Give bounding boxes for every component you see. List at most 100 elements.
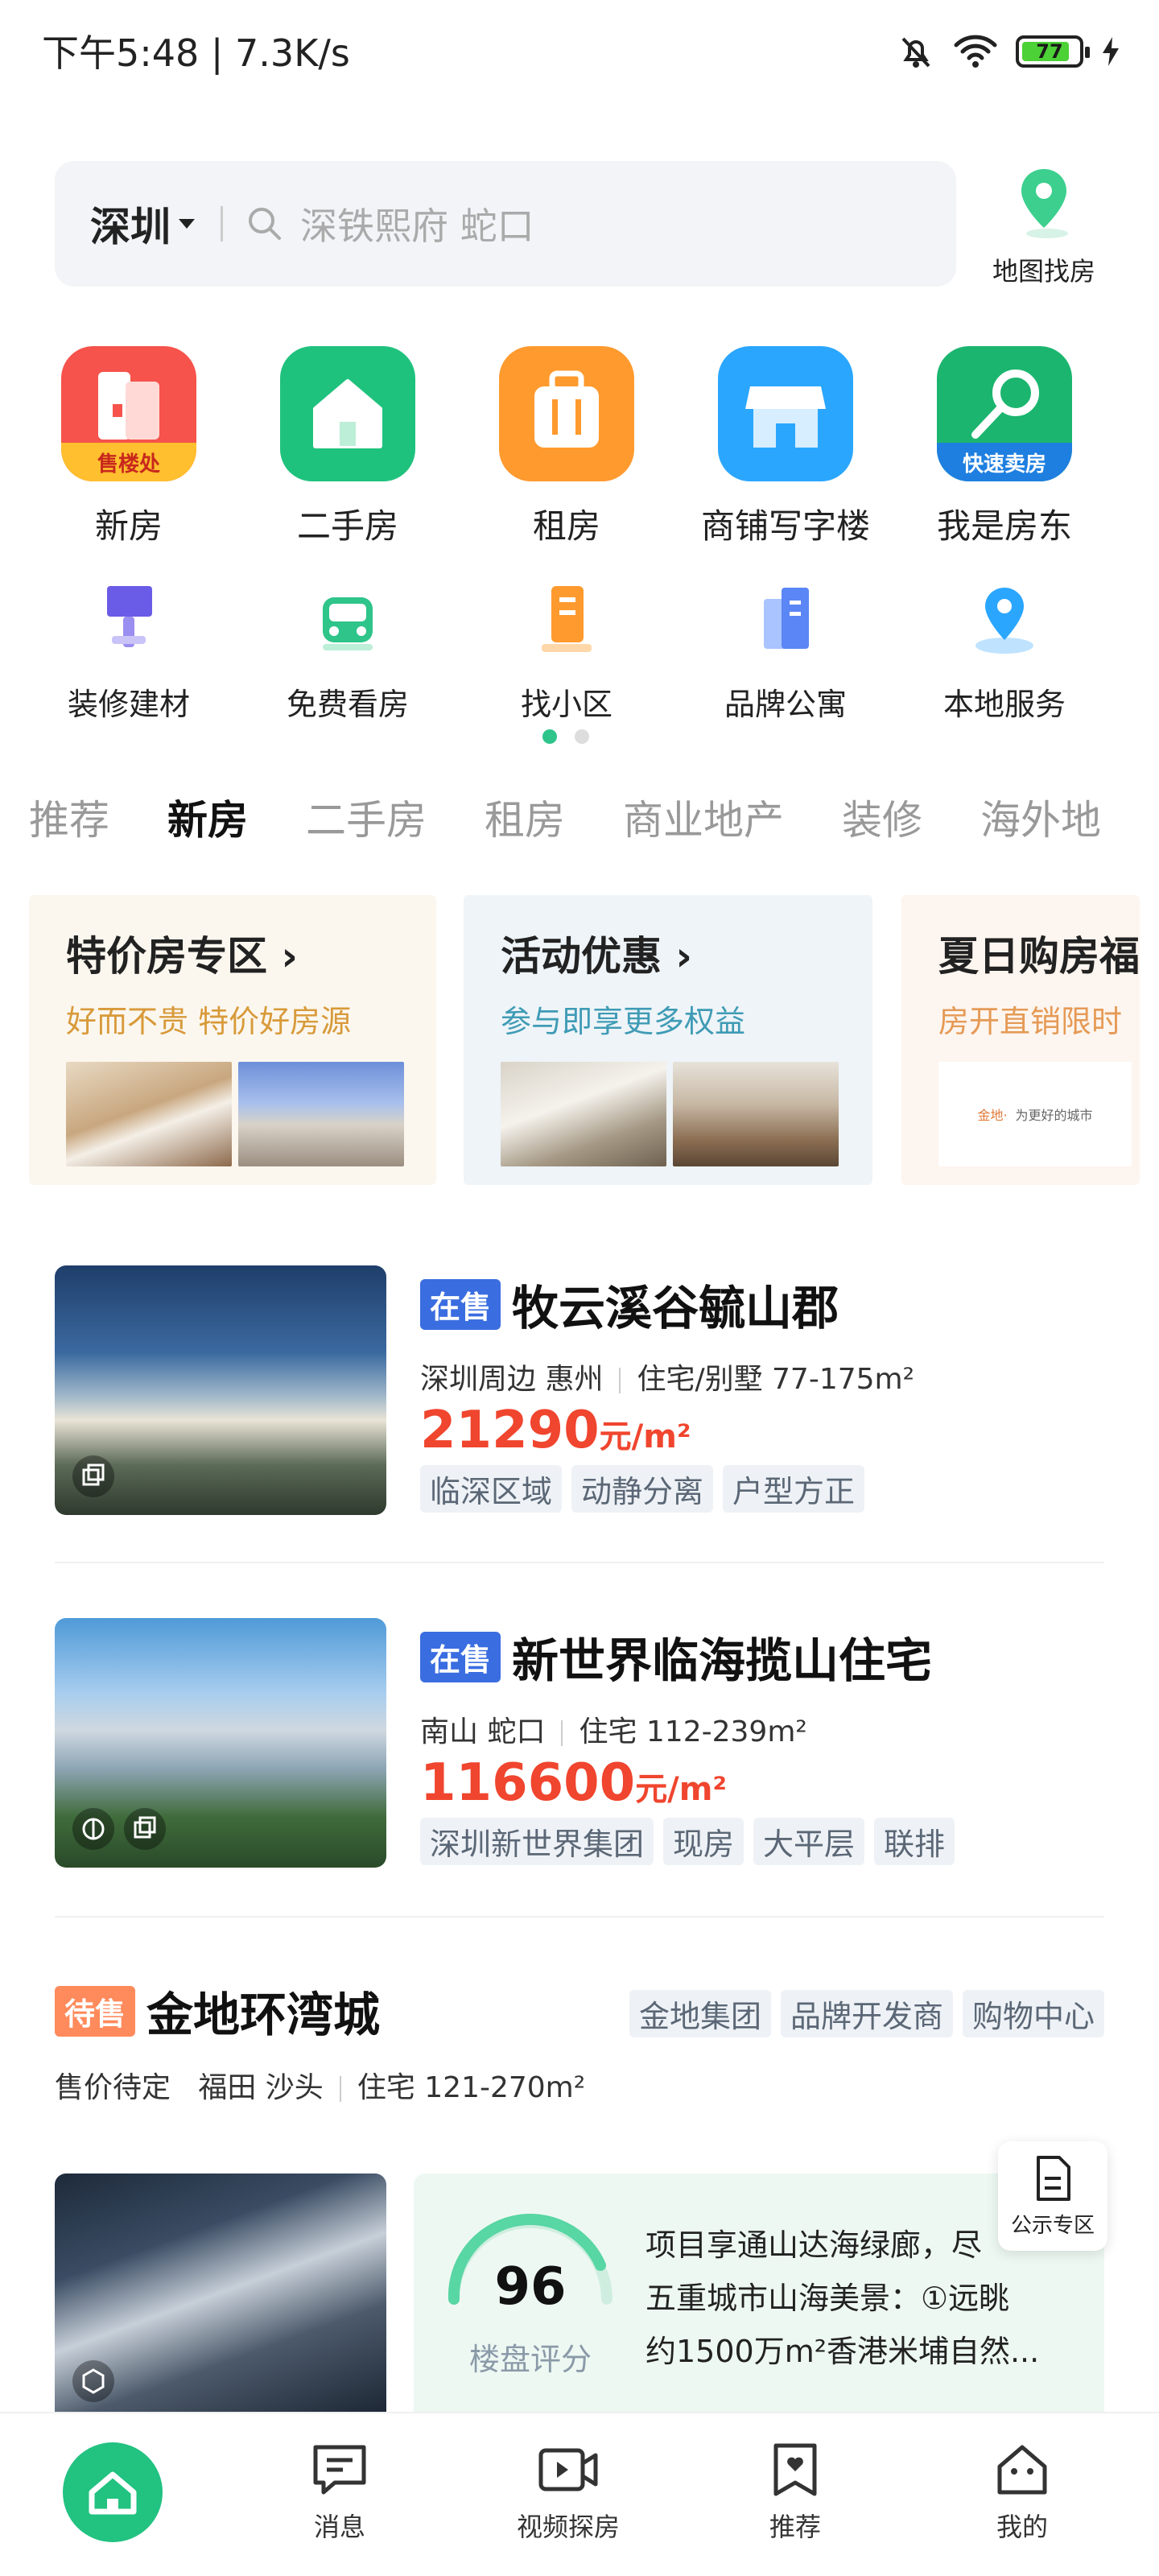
price-unit: 元/m²: [635, 1771, 727, 1808]
city-selector[interactable]: 深圳: [90, 195, 171, 253]
category-rent[interactable]: 租房: [478, 346, 655, 548]
category-second-hand[interactable]: 二手房: [259, 346, 436, 548]
nav-messages[interactable]: 消息: [259, 2442, 420, 2544]
subcategory-label: 免费看房: [286, 687, 409, 722]
listing-price-status: 售价待定: [55, 2071, 171, 2104]
listing-card-1[interactable]: 在售 牧云溪谷毓山郡 深圳周边 惠州 住宅/别墅 77-175m² 21290元/m…: [420, 1270, 914, 1513]
promo-images: 金地· 为更好的城市: [938, 1062, 1140, 1166]
listing-card-2[interactable]: 在售 新世界临海揽山住宅 南山 蛇口 住宅 112-239m² 116600元/m²…: [420, 1623, 964, 1865]
category-commercial[interactable]: 商铺写字楼: [697, 346, 874, 548]
tab-commercial[interactable]: 商业地产: [623, 788, 784, 846]
subcategory-free-viewing[interactable]: 免费看房: [259, 580, 436, 724]
page-indicator: [575, 729, 589, 744]
promo-images: [66, 1062, 436, 1166]
listing-title: 待售 金地环湾城 金地集团 品牌开发商 购物中心: [55, 1977, 1104, 2045]
tab-rent[interactable]: 租房: [485, 788, 565, 846]
description-line: 五重城市山海美景：①远眺: [645, 2281, 1010, 2316]
listing-tags: 深圳新世界集团 现房 大平层 联排: [420, 1818, 964, 1865]
gallery-icon: [72, 1455, 114, 1497]
category-new-house[interactable]: 售楼处 新房: [40, 346, 217, 548]
bottom-nav: 消息 视频探房 推荐 我的: [0, 2412, 1159, 2576]
page-indicator-active: [542, 729, 557, 744]
listing-tag: 大平层: [753, 1818, 865, 1865]
divider: [55, 1916, 1104, 1918]
wifi-icon: [954, 35, 997, 68]
listing-title: 在售 新世界临海揽山住宅: [420, 1623, 964, 1690]
location-icon: [975, 588, 1033, 654]
promo-card-activity[interactable]: 活动优惠 › 参与即享更多权益: [464, 895, 872, 1185]
tab-decoration[interactable]: 装修: [842, 788, 922, 846]
listing-name: 金地环湾城: [146, 1988, 381, 2042]
nav-profile[interactable]: 我的: [942, 2442, 1103, 2544]
price-value: 116600: [420, 1753, 636, 1813]
tab-new-house[interactable]: 新房: [167, 788, 248, 848]
promo-image: [501, 1062, 666, 1166]
listing-tag: 品牌开发商: [780, 1990, 953, 2037]
category-landlord[interactable]: 快速卖房 我是房东: [916, 346, 1093, 548]
score-label: 楼盘评分: [468, 2342, 592, 2377]
listing-image[interactable]: [55, 1618, 386, 1868]
status-bar: 下午5:48 | 7.3K/s 77: [0, 0, 1159, 105]
promo-image: [673, 1062, 839, 1166]
search-divider: [221, 206, 223, 242]
chevron-right-icon: ›: [675, 933, 693, 980]
brand-text: 金地·: [977, 1108, 1008, 1123]
nav-home[interactable]: [32, 2442, 193, 2545]
battery-level: 77: [1036, 40, 1063, 63]
category-label: 二手房: [296, 506, 398, 546]
tab-overseas[interactable]: 海外地: [980, 788, 1101, 846]
3d-model-icon: [72, 2360, 114, 2402]
home-icon: [63, 2442, 163, 2542]
listing-area: 深圳周边 惠州: [420, 1363, 604, 1396]
map-pin-icon: [1021, 169, 1068, 238]
listing-title: 在售 牧云溪谷毓山郡: [420, 1270, 914, 1338]
map-search-button[interactable]: 地图找房: [984, 164, 1104, 287]
listing-card-3[interactable]: 待售 金地环湾城 金地集团 品牌开发商 购物中心 售价待定 福田 沙头 住宅 121-2…: [55, 1977, 1104, 2106]
search-input[interactable]: 深铁熙府 蛇口: [300, 197, 534, 250]
listing-type: 住宅 121-270m²: [357, 2071, 586, 2104]
status-badge: 在售: [420, 1631, 501, 1682]
subcategory-label: 品牌公寓: [724, 687, 847, 722]
promo-title: 活动优惠 ›: [501, 933, 693, 980]
subcategory-find-community[interactable]: 找小区: [478, 580, 655, 724]
subcategory-decoration[interactable]: 装修建材: [40, 580, 217, 724]
listing-meta: 售价待定 福田 沙头 住宅 121-270m²: [55, 2064, 1104, 2106]
listing-area: 福田 沙头: [198, 2071, 324, 2104]
subcategory-brand-apartment[interactable]: 品牌公寓: [697, 580, 874, 724]
key-icon: 快速卖房: [937, 346, 1072, 481]
promo-card-summer[interactable]: 夏日购房福 房开直销限时 金地· 为更好的城市: [901, 895, 1140, 1185]
building-icon: [542, 586, 592, 652]
tab-second-hand[interactable]: 二手房: [306, 788, 427, 846]
listing-image[interactable]: [55, 2174, 386, 2412]
promo-card-special-price[interactable]: 特价房专区 › 好而不贵 特价好房源: [29, 895, 436, 1185]
subcategory-local-service[interactable]: 本地服务: [916, 580, 1093, 724]
score-value: 96: [494, 2257, 567, 2317]
chevron-right-icon: ›: [281, 933, 299, 980]
new-house-icon: 售楼处: [61, 346, 196, 481]
map-search-label: 地图找房: [992, 256, 1095, 287]
listing-image[interactable]: [55, 1265, 386, 1515]
brand-slogan: 为更好的城市: [1015, 1108, 1093, 1123]
subcategory-label: 装修建材: [67, 687, 190, 722]
apartment-icon: [764, 588, 809, 649]
subcategory-label: 找小区: [520, 687, 612, 722]
charging-icon: [1103, 37, 1119, 66]
nav-recommend[interactable]: 推荐: [715, 2442, 876, 2544]
listing-tag: 现房: [663, 1818, 744, 1865]
vr-icon: [72, 1808, 114, 1850]
category-label: 我是房东: [936, 506, 1072, 546]
search-bar[interactable]: 深圳 深铁熙府 蛇口: [55, 161, 956, 287]
nav-label: 我的: [996, 2512, 1048, 2542]
listing-type: 住宅 112-239m²: [579, 1715, 807, 1748]
status-time: 下午5:48 | 7.3K/s: [42, 31, 350, 75]
public-notice-button[interactable]: 公示专区: [998, 2141, 1107, 2251]
promo-title: 夏日购房福: [938, 933, 1140, 980]
promo-subtitle: 好而不贵 特价好房源: [66, 1004, 352, 1039]
promo-subtitle: 参与即享更多权益: [501, 1004, 746, 1039]
tab-recommend[interactable]: 推荐: [29, 788, 109, 846]
listing-tag: 联排: [874, 1818, 955, 1865]
nav-video-tour[interactable]: 视频探房: [488, 2442, 649, 2544]
car-icon: [323, 597, 373, 650]
category-label: 商铺写字楼: [700, 506, 870, 546]
nav-label: 消息: [313, 2512, 365, 2542]
